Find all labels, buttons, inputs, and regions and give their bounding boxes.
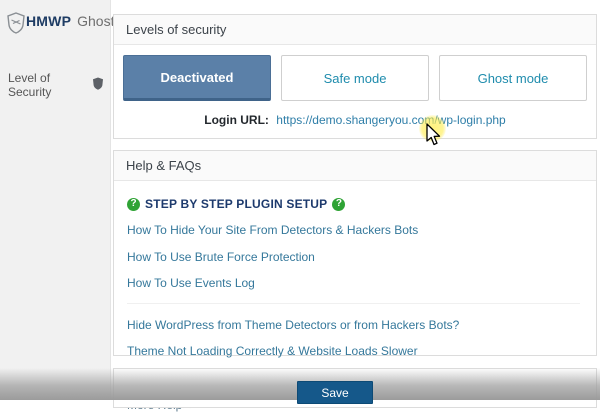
panel-title: Help & FAQs bbox=[114, 151, 596, 181]
security-mode-row: Deactivated Safe mode Ghost mode bbox=[114, 45, 596, 101]
brand-logo[interactable]: HMWP Ghost bbox=[0, 0, 110, 39]
help-link-theme-not-loading[interactable]: Theme Not Loading Correctly & Website Lo… bbox=[127, 342, 580, 361]
login-url-link[interactable]: https://demo.shangeryou.com/wp-login.php bbox=[276, 113, 505, 127]
help-faqs-panel: Help & FAQs ? STEP BY STEP PLUGIN SETUP … bbox=[113, 150, 597, 356]
safe-mode-button[interactable]: Safe mode bbox=[281, 55, 429, 101]
sidebar-item-level-of-security[interactable]: Level of Security bbox=[0, 65, 110, 105]
brand-suffix: Ghost bbox=[77, 13, 114, 29]
levels-of-security-panel: Levels of security Deactivated Safe mode… bbox=[113, 14, 597, 139]
question-mark-icon: ? bbox=[332, 198, 345, 211]
setup-heading-row[interactable]: ? STEP BY STEP PLUGIN SETUP ? bbox=[127, 197, 580, 211]
help-link-hide-wordpress[interactable]: Hide WordPress from Theme Detectors or f… bbox=[127, 316, 580, 335]
sidebar-item-label: Level of Security bbox=[8, 71, 87, 99]
help-link-hide-site[interactable]: How To Hide Your Site From Detectors & H… bbox=[127, 221, 580, 240]
question-mark-icon: ? bbox=[127, 198, 140, 211]
help-link-events-log[interactable]: How To Use Events Log bbox=[127, 274, 580, 293]
login-url-label: Login URL: bbox=[204, 113, 269, 127]
deactivated-mode-button[interactable]: Deactivated bbox=[123, 55, 271, 101]
login-url-row: Login URL: https://demo.shangeryou.com/w… bbox=[114, 101, 596, 127]
help-link-brute-force[interactable]: How To Use Brute Force Protection bbox=[127, 248, 580, 267]
save-button[interactable]: Save bbox=[297, 381, 373, 404]
shield-icon bbox=[92, 77, 104, 93]
panel-title: Levels of security bbox=[114, 15, 596, 45]
brand-name: HMWP bbox=[26, 13, 71, 29]
shield-logo-icon bbox=[5, 11, 27, 40]
ghost-mode-button[interactable]: Ghost mode bbox=[439, 55, 587, 101]
sidebar: HMWP Ghost Level of Security bbox=[0, 0, 111, 400]
divider bbox=[127, 303, 580, 304]
setup-heading: STEP BY STEP PLUGIN SETUP bbox=[145, 197, 327, 211]
